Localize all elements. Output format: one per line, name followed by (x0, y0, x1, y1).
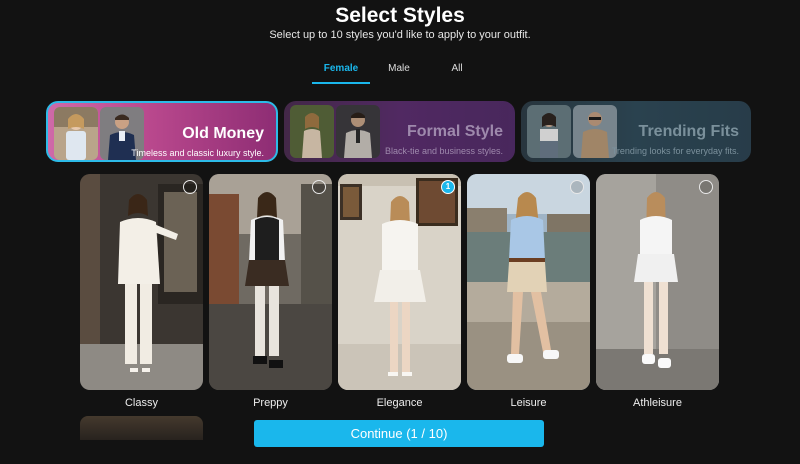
style-label: Preppy (253, 397, 288, 409)
style-card-elegance[interactable]: 1 (338, 174, 461, 390)
category-subtitle: Timeless and classic luxury style. (131, 148, 264, 158)
style-card-preppy[interactable] (209, 174, 332, 390)
style-photo (80, 174, 203, 390)
select-radio-checked[interactable]: 1 (441, 180, 455, 194)
style-label: Athleisure (633, 397, 682, 409)
style-photo (338, 174, 461, 390)
category-formal-style[interactable]: Formal Style Black-tie and business styl… (284, 101, 515, 162)
category-photo-male (336, 105, 380, 158)
next-row-card-partial (80, 416, 203, 440)
select-radio[interactable] (312, 180, 326, 194)
style-photo (596, 174, 719, 390)
tab-female[interactable]: Female (312, 58, 370, 84)
category-old-money[interactable]: Old Money Timeless and classic luxury st… (46, 101, 278, 162)
tab-male[interactable]: Male (370, 58, 428, 84)
style-card-leisure[interactable] (467, 174, 590, 390)
category-photo-female (527, 105, 571, 158)
category-title: Formal Style (406, 123, 503, 140)
style-photo (467, 174, 590, 390)
page-subtitle: Select up to 10 styles you'd like to app… (269, 29, 531, 41)
style-photo (209, 174, 332, 390)
category-title: Old Money (182, 125, 264, 142)
select-radio[interactable] (699, 180, 713, 194)
category-title: Trending Fits (638, 123, 739, 140)
page-title: Select Styles (335, 4, 465, 27)
category-trending-fits[interactable]: Trending Fits Trending looks for everyda… (521, 101, 751, 162)
category-photo-female (54, 107, 98, 160)
style-label: Leisure (510, 397, 547, 409)
tab-all[interactable]: All (428, 58, 486, 84)
style-label: Elegance (376, 397, 423, 409)
style-card-classy[interactable] (80, 174, 203, 390)
category-subtitle: Black-tie and business styles. (384, 146, 503, 156)
category-photo-male (573, 105, 617, 158)
select-radio[interactable] (570, 180, 584, 194)
gender-tabs: Female Male All (312, 58, 488, 84)
style-card-athleisure[interactable] (596, 174, 719, 390)
select-radio[interactable] (183, 180, 197, 194)
style-label: Classy (124, 397, 158, 409)
category-subtitle: Trending looks for everyday fits. (611, 146, 739, 156)
category-photo-female (290, 105, 334, 158)
continue-button[interactable]: Continue (1 / 10) (254, 420, 544, 447)
